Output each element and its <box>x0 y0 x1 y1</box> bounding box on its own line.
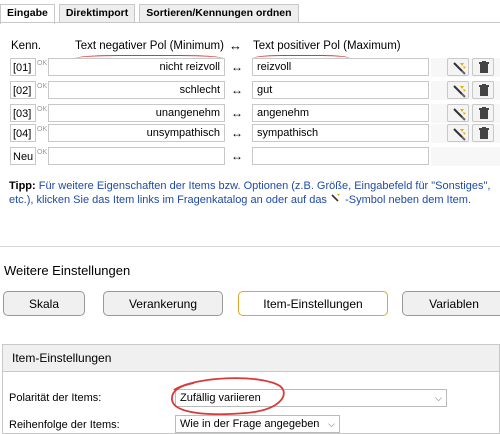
negative-pole-input[interactable]: unsympathisch <box>48 124 225 142</box>
ok-icon: OK <box>37 83 48 90</box>
kenn-field-new[interactable]: Neu <box>10 147 36 165</box>
tipp-body-end: -Symbol neben dem Item. <box>345 194 472 206</box>
column-header-kenn: Kenn. <box>11 40 42 52</box>
variablen-button[interactable]: Variablen <box>402 291 500 316</box>
delete-item-button[interactable] <box>472 58 494 76</box>
chevron-down-icon: ⌵ <box>435 393 442 403</box>
positive-pole-input[interactable]: gut <box>252 81 429 99</box>
polaritaet-label: Polarität der Items: <box>9 392 102 404</box>
row-actions-empty <box>431 147 500 166</box>
header-arrow: ↔ <box>229 38 242 53</box>
edit-wand-icon <box>453 108 466 121</box>
table-row-new: Neu OK ↔ <box>10 147 500 166</box>
reihenfolge-label: Reihenfolge der Items: <box>9 419 120 431</box>
negative-pole-input[interactable]: schlecht <box>48 81 225 99</box>
kenn-field[interactable]: [04] <box>10 124 36 142</box>
table-row: [04] OK unsympathisch ↔ sympathisch <box>10 124 500 143</box>
tab-direktimport[interactable]: Direktimport <box>58 4 136 22</box>
reihenfolge-value: Wie in der Frage angegeben <box>180 418 320 430</box>
kenn-field[interactable]: [01] <box>10 58 36 76</box>
edit-wand-icon <box>453 85 466 98</box>
positive-pole-input-new[interactable] <box>252 147 429 165</box>
negative-pole-input-new[interactable] <box>48 147 225 165</box>
ok-icon: OK <box>37 126 48 133</box>
chevron-down-icon: ⌵ <box>328 419 335 429</box>
tipp-label: Tipp: <box>9 180 36 192</box>
section-title-weitere-einstellungen: Weitere Einstellungen <box>4 263 131 278</box>
tab-divider <box>0 22 500 23</box>
positive-pole-input[interactable]: sympathisch <box>252 124 429 142</box>
tab-eingabe[interactable]: Eingabe <box>0 4 55 24</box>
edit-item-button[interactable] <box>447 104 469 122</box>
column-header-positive: Text positiver Pol (Maximum) <box>253 40 401 52</box>
pole-arrow: ↔ <box>231 126 243 140</box>
section-divider <box>0 246 500 247</box>
tab-sortieren[interactable]: Sortieren/Kennungen ordnen <box>139 4 299 22</box>
reihenfolge-select[interactable]: Wie in der Frage angegeben ⌵ <box>175 415 340 433</box>
trash-icon <box>479 127 489 139</box>
edit-wand-icon <box>331 194 340 202</box>
delete-item-button[interactable] <box>472 81 494 99</box>
delete-item-button[interactable] <box>472 124 494 142</box>
trash-icon <box>479 107 489 119</box>
column-header-negative: Text negativer Pol (Minimum) <box>75 40 224 52</box>
skala-button[interactable]: Skala <box>3 291 85 316</box>
edit-wand-icon <box>453 128 466 141</box>
table-row: [01] OK nicht reizvoll ↔ reizvoll <box>10 58 500 77</box>
edit-item-button[interactable] <box>447 81 469 99</box>
ok-icon: OK <box>37 106 48 113</box>
ok-icon: OK <box>37 60 48 67</box>
kenn-field[interactable]: [02] <box>10 81 36 99</box>
trash-icon <box>479 84 489 96</box>
trash-icon <box>479 61 489 73</box>
kenn-field[interactable]: [03] <box>10 104 36 122</box>
pole-arrow: ↔ <box>231 83 243 97</box>
negative-pole-input[interactable]: unangenehm <box>48 104 225 122</box>
edit-wand-icon <box>453 62 466 75</box>
edit-item-button[interactable] <box>447 124 469 142</box>
ok-icon: OK <box>37 149 48 156</box>
pole-arrow: ↔ <box>231 149 243 163</box>
panel-title: Item-Einstellungen <box>3 345 499 372</box>
table-row: [03] OK unangenehm ↔ angenehm <box>10 104 500 123</box>
negative-pole-input[interactable]: nicht reizvoll <box>48 58 225 76</box>
item-einstellungen-button[interactable]: Item-Einstellungen <box>238 291 388 316</box>
annotation-circle <box>171 377 285 416</box>
edit-item-button[interactable] <box>447 58 469 76</box>
tab-bar: Eingabe Direktimport Sortieren/Kennungen… <box>0 4 303 24</box>
verankerung-button[interactable]: Verankerung <box>103 291 223 316</box>
positive-pole-input[interactable]: angenehm <box>252 104 429 122</box>
positive-pole-input[interactable]: reizvoll <box>252 58 429 76</box>
tipp-text: Tipp: Für weitere Eigenschaften der Item… <box>9 179 493 207</box>
pole-arrow: ↔ <box>231 106 243 120</box>
delete-item-button[interactable] <box>472 104 494 122</box>
table-row: [02] OK schlecht ↔ gut <box>10 81 500 100</box>
pole-arrow: ↔ <box>231 60 243 74</box>
